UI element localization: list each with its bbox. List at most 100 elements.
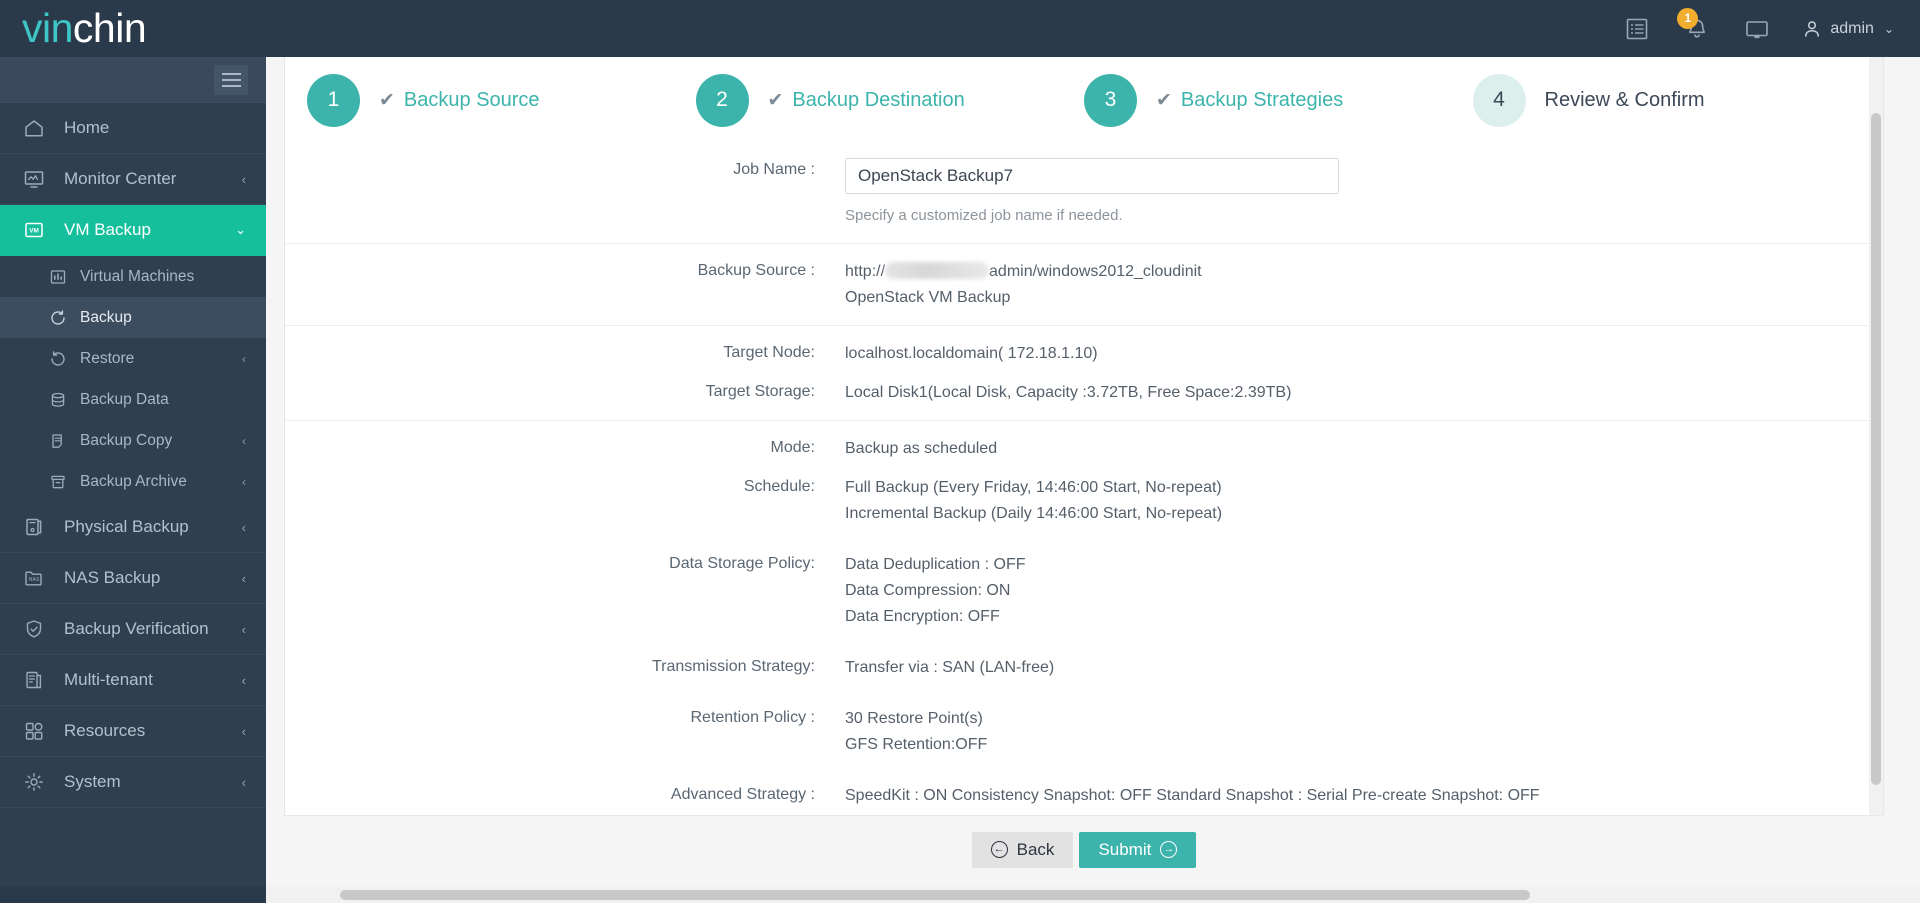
row-transmission-strategy: Transmission Strategy: Transfer via : SA…: [285, 644, 1883, 695]
check-icon: ✔: [379, 89, 395, 111]
row-target-node: Target Node: localhost.localdomain( 172.…: [285, 325, 1883, 369]
wizard-card: 1 ✔ Backup Source 2 ✔ Backup Destination…: [284, 57, 1884, 815]
shield-check-icon: [22, 617, 46, 641]
sidebar-item-label: Backup: [80, 308, 132, 326]
sidebar-item-label: Backup Verification: [64, 619, 209, 638]
retention-line-1: 30 Restore Point(s): [845, 710, 983, 727]
sidebar-item-label: Resources: [64, 721, 146, 740]
sidebar-item-home[interactable]: Home: [0, 103, 266, 154]
step-label-wrap: ✔ Backup Source: [379, 89, 540, 112]
restore-icon: [48, 349, 68, 369]
sidebar-item-monitor-center[interactable]: Monitor Center ‹: [0, 154, 266, 205]
url-suffix: admin/windows2012_cloudinit: [989, 263, 1202, 280]
sidebar-item-label: Home: [64, 118, 110, 137]
chevron-down-icon: ⌄: [235, 222, 246, 237]
row-job-name: Job Name : Specify a customized job name…: [285, 143, 1883, 243]
submit-button[interactable]: Submit →: [1079, 831, 1197, 868]
vm-icon: VM: [22, 218, 46, 242]
notifications-icon[interactable]: 1: [1677, 7, 1712, 44]
avatar-icon: [1805, 20, 1820, 37]
job-name-hint: Specify a customized job name if needed.: [845, 207, 1123, 224]
chevron-left-icon: ‹: [241, 621, 246, 637]
chevron-left-icon: ‹: [241, 672, 246, 688]
chevron-left-icon: ‹: [241, 570, 246, 586]
user-menu[interactable]: admin ⌄: [1802, 19, 1894, 39]
step-label: Backup Strategies: [1180, 88, 1344, 111]
brand-logo-part2: chin: [72, 5, 147, 51]
wizard-step-2[interactable]: 2 ✔ Backup Destination: [695, 73, 1085, 127]
sidebar-item-virtual-machines[interactable]: Virtual Machines: [0, 256, 266, 297]
sidebar-toggle-row: [0, 57, 266, 103]
schedule-line-2: Incremental Backup (Daily 14:46:00 Start…: [845, 505, 1223, 522]
chevron-left-icon: ‹: [241, 171, 246, 187]
sidebar-item-resources[interactable]: Resources ‹: [0, 706, 266, 757]
sidebar-item-backup-data[interactable]: Backup Data: [0, 379, 266, 420]
top-header-bar: vinchin 1 admin ⌄: [0, 0, 1920, 57]
sidebar-item-nas-backup[interactable]: NAS NAS Backup ‹: [0, 553, 266, 604]
wizard-step-4[interactable]: 4 Review & Confirm: [1472, 73, 1862, 127]
sidebar-item-vm-backup[interactable]: VM VM Backup ⌄: [0, 205, 266, 256]
advanced-line-1: SpeedKit : ON Consistency Snapshot: OFF …: [845, 787, 1540, 804]
retention-line-2: GFS Retention:OFF: [845, 736, 988, 753]
menu-toggle-icon[interactable]: [214, 64, 248, 95]
step-number: 2: [695, 73, 749, 127]
gear-icon: [22, 770, 46, 794]
chevron-left-icon: ‹: [242, 433, 246, 448]
row-schedule: Schedule: Full Backup (Every Friday, 14:…: [285, 464, 1883, 541]
wizard-step-3[interactable]: 3 ✔ Backup Strategies: [1084, 73, 1473, 127]
redacted-host: [885, 262, 990, 279]
backup-source-value: http:// admin/windows2012_cloudinit OpenS…: [845, 258, 1883, 311]
sidebar-item-label: NAS Backup: [64, 568, 161, 587]
backup-source-url: http:// admin/windows2012_cloudinit: [845, 259, 1883, 285]
sidebar-item-label: Restore: [80, 349, 135, 367]
sidebar-nav: Home Monitor Center ‹ VM VM Backup ⌄ Vir…: [0, 57, 266, 903]
chevron-left-icon: ‹: [241, 519, 246, 535]
policy-line-1: Data Deduplication : OFF: [845, 556, 1026, 573]
step-label-wrap: Review & Confirm: [1545, 89, 1705, 112]
page-horizontal-scrollbar[interactable]: [266, 887, 1920, 903]
step-label: Backup Destination: [792, 88, 965, 111]
sidebar-item-backup-copy[interactable]: Backup Copy ‹: [0, 420, 266, 461]
resources-icon: [22, 719, 46, 743]
advanced-strategy-value: SpeedKit : ON Consistency Snapshot: OFF …: [845, 782, 1883, 815]
sidebar-item-restore[interactable]: Restore ‹: [0, 338, 266, 379]
sidebar-item-label: System: [64, 772, 121, 791]
brand-logo-part1: vin: [22, 5, 73, 51]
backup-source-type: OpenStack VM Backup: [845, 289, 1011, 306]
step-number: 3: [1084, 73, 1137, 127]
chevron-left-icon: ‹: [242, 351, 246, 366]
server-icon: [22, 515, 46, 539]
wizard-step-1[interactable]: 1 ✔ Backup Source: [307, 73, 696, 127]
archive-icon: [48, 472, 68, 492]
step-label: Backup Source: [403, 88, 540, 111]
sidebar-item-label: Monitor Center: [64, 169, 177, 188]
sidebar-item-physical-backup[interactable]: Physical Backup ‹: [0, 502, 266, 553]
sidebar-item-label: Backup Copy: [80, 431, 173, 449]
wizard-footer: ← Back Submit →: [284, 815, 1884, 883]
monitor-icon[interactable]: [1742, 14, 1772, 44]
mode-value: Backup as scheduled: [845, 440, 998, 457]
schedule-value: Full Backup (Every Friday, 14:46:00 Star…: [845, 474, 1883, 527]
sidebar-item-system[interactable]: System ‹: [0, 757, 266, 808]
card-vertical-scrollbar[interactable]: [1869, 57, 1883, 815]
sidebar-item-label: Multi-tenant: [64, 670, 153, 689]
page-horizontal-scroll-thumb[interactable]: [340, 890, 1530, 900]
schedule-line-1: Full Backup (Every Friday, 14:46:00 Star…: [845, 479, 1222, 496]
brand-logo[interactable]: vinchin: [22, 5, 147, 51]
step-label-wrap: ✔ Backup Strategies: [1156, 89, 1343, 112]
back-button[interactable]: ← Back: [971, 831, 1074, 868]
chevron-left-icon: ‹: [242, 474, 246, 489]
database-icon: [48, 390, 68, 410]
sidebar-item-backup-archive[interactable]: Backup Archive ‹: [0, 461, 266, 502]
target-node-value: localhost.localdomain( 172.18.1.10): [845, 345, 1098, 362]
logs-icon[interactable]: [1622, 14, 1652, 44]
svg-text:VM: VM: [29, 227, 39, 234]
chevron-left-icon: ‹: [241, 723, 246, 739]
card-vertical-scroll-thumb[interactable]: [1871, 113, 1881, 785]
target-storage-label: Target Storage:: [705, 383, 815, 400]
sidebar-item-backup-verification[interactable]: Backup Verification ‹: [0, 604, 266, 655]
main-content: 1 ✔ Backup Source 2 ✔ Backup Destination…: [266, 57, 1920, 903]
job-name-input[interactable]: [845, 158, 1339, 194]
sidebar-item-backup[interactable]: Backup: [0, 297, 266, 338]
sidebar-item-multi-tenant[interactable]: Multi-tenant ‹: [0, 655, 266, 706]
